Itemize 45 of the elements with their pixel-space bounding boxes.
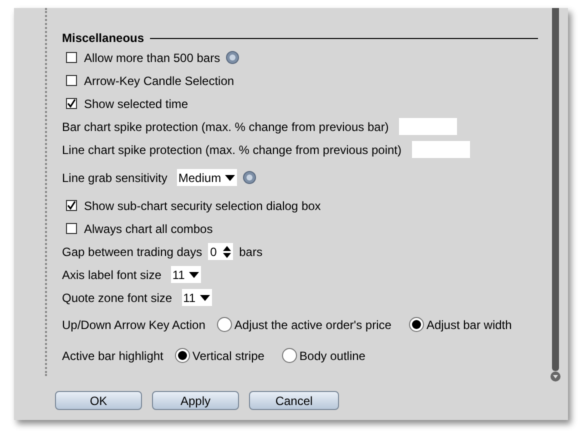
unit-label: bars bbox=[239, 244, 262, 260]
radio-button[interactable] bbox=[409, 317, 424, 332]
help-icon[interactable] bbox=[226, 51, 240, 64]
checkbox[interactable] bbox=[66, 200, 77, 211]
checkbox-label: Always chart all combos bbox=[84, 220, 213, 238]
scrollbar[interactable] bbox=[550, 8, 560, 382]
dropdown[interactable]: 11 bbox=[182, 289, 212, 306]
caret-icon bbox=[188, 272, 199, 278]
caret-icon bbox=[225, 174, 236, 180]
radio-label: Vertical stripe bbox=[192, 348, 264, 364]
radio-label: Body outline bbox=[299, 348, 366, 364]
radio-label: Adjust the active order's price bbox=[234, 316, 392, 334]
checkbox-label: Arrow-Key Candle Selection bbox=[84, 72, 234, 90]
caret-icon bbox=[200, 294, 210, 300]
spinner-field[interactable]: 0 bbox=[208, 243, 234, 260]
radio-button[interactable] bbox=[282, 348, 298, 363]
help-icon[interactable] bbox=[243, 171, 256, 184]
dialog-button[interactable]: Apply bbox=[152, 391, 239, 410]
dialog-button[interactable]: OK bbox=[55, 391, 142, 410]
radio-label: Adjust bar width bbox=[426, 316, 512, 334]
radio-button[interactable] bbox=[175, 348, 190, 363]
checkbox[interactable] bbox=[66, 52, 77, 63]
input-field[interactable] bbox=[412, 141, 470, 158]
radio-button[interactable] bbox=[217, 317, 232, 332]
dialog-button[interactable]: Cancel bbox=[249, 391, 339, 410]
field-label: Up/Down Arrow Key Action bbox=[62, 316, 206, 334]
checkbox-label: Allow more than 500 bars bbox=[84, 50, 220, 66]
dropdown[interactable]: Medium bbox=[177, 169, 238, 186]
field-label: Active bar highlight bbox=[62, 348, 164, 364]
input-field[interactable] bbox=[398, 118, 457, 135]
checkbox[interactable] bbox=[66, 75, 77, 86]
field-label: Quote zone font size bbox=[62, 290, 172, 306]
field-label: Axis label font size bbox=[62, 266, 162, 284]
dropdown[interactable]: 11 bbox=[171, 266, 201, 283]
checkbox[interactable] bbox=[66, 98, 77, 109]
checkbox-label: Show sub-chart security selection dialog box bbox=[84, 198, 321, 214]
field-label: Line grab sensitivity bbox=[62, 170, 168, 186]
field-label: Gap between trading days bbox=[62, 244, 202, 260]
checkbox[interactable] bbox=[66, 223, 77, 234]
field-label: Bar chart spike protection (max. % change from previous bar) bbox=[62, 118, 389, 136]
scroll-down-icon[interactable] bbox=[550, 371, 560, 382]
checkbox-label: Show selected time bbox=[84, 96, 188, 112]
up-down-arrows-icon[interactable] bbox=[223, 246, 232, 258]
field-label: Line chart spike protection (max. % change from previous point) bbox=[62, 142, 402, 158]
section-title: Miscellaneous bbox=[62, 30, 144, 47]
